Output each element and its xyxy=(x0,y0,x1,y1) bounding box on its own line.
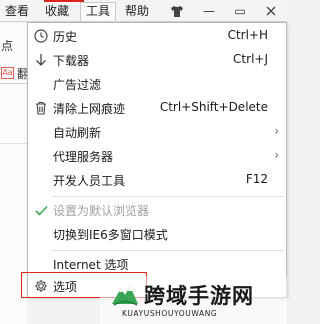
menu-item-switch-ie6-mode[interactable]: 切换到IE6多窗口模式 xyxy=(28,223,286,245)
shortcut-text: Ctrl+Shift+Delete xyxy=(159,100,268,114)
watermark-subtitle: KUAYUSHOUYOUWANG xyxy=(122,309,218,318)
shortcut-text: Ctrl+H xyxy=(227,28,268,42)
menu-item-label: 代理服务器 xyxy=(53,150,114,164)
watermark: 跨域手游网 KUAYUSHOUYOUWANG xyxy=(100,276,287,324)
menubar: 查看 收藏 工具 帮助 — ▭ xyxy=(0,0,287,22)
menu-item-label: 切换到IE6多窗口模式 xyxy=(53,228,168,242)
menu-item-downloader[interactable]: 下载器 Ctrl+J xyxy=(28,49,286,71)
menu-item-developer-tools[interactable]: 开发人员工具 F12 xyxy=(28,169,286,191)
shortcut-text: F12 xyxy=(245,172,268,186)
menu-help[interactable]: 帮助 xyxy=(120,2,154,21)
shirt-icon[interactable] xyxy=(165,1,189,21)
shortcut-text: Ctrl+J xyxy=(233,52,268,66)
watermark-title: 跨域手游网 xyxy=(144,283,254,308)
menu-item-label: Internet 选项 xyxy=(53,258,129,272)
checkmark-icon xyxy=(33,201,49,219)
menu-item-label: 设置为默认浏览器 xyxy=(53,204,150,218)
menu-item-auto-refresh[interactable]: 自动刷新 › xyxy=(28,121,286,143)
font-badge: Aa xyxy=(1,67,14,79)
menu-item-label: 历史 xyxy=(53,30,78,44)
menu-view[interactable]: 查看 xyxy=(0,2,34,21)
trash-icon xyxy=(33,99,49,117)
menu-tools[interactable]: 工具 xyxy=(80,2,117,21)
menu-item-label: 下载器 xyxy=(53,54,90,68)
chevron-right-icon: › xyxy=(274,124,279,138)
mountain-logo-icon xyxy=(112,286,138,306)
chevron-right-icon: › xyxy=(274,148,279,162)
menu-item-history[interactable]: 历史 Ctrl+H xyxy=(28,25,286,47)
divider xyxy=(0,83,27,84)
menu-item-clear-traces[interactable]: 清除上网痕迹 Ctrl+Shift+Delete xyxy=(28,97,286,119)
menu-item-proxy-server[interactable]: 代理服务器 › xyxy=(28,145,286,167)
menu-item-label: 广告过滤 xyxy=(53,78,102,92)
menu-item-label: 清除上网痕迹 xyxy=(53,102,126,116)
background-text: 点 xyxy=(1,39,14,53)
menu-item-ad-filter[interactable]: 广告过滤 xyxy=(28,73,286,95)
download-arrow-icon xyxy=(33,51,49,69)
minimize-icon[interactable]: — xyxy=(197,1,221,21)
menu-favorites[interactable]: 收藏 xyxy=(40,2,74,21)
menu-item-label: 开发人员工具 xyxy=(53,174,126,188)
maximize-icon[interactable]: ▭ xyxy=(228,1,252,21)
divider xyxy=(0,143,27,144)
menu-divider xyxy=(52,250,284,251)
menu-item-set-default-browser: 设置为默认浏览器 xyxy=(28,199,286,221)
tools-dropdown-menu: 历史 Ctrl+H 下载器 Ctrl+J 广告过滤 清除上网痕迹 Ctrl+Sh… xyxy=(27,22,287,298)
clock-icon xyxy=(33,27,49,45)
menu-item-label: 自动刷新 xyxy=(53,126,102,140)
close-icon[interactable] xyxy=(259,1,283,21)
menu-divider xyxy=(52,196,284,197)
